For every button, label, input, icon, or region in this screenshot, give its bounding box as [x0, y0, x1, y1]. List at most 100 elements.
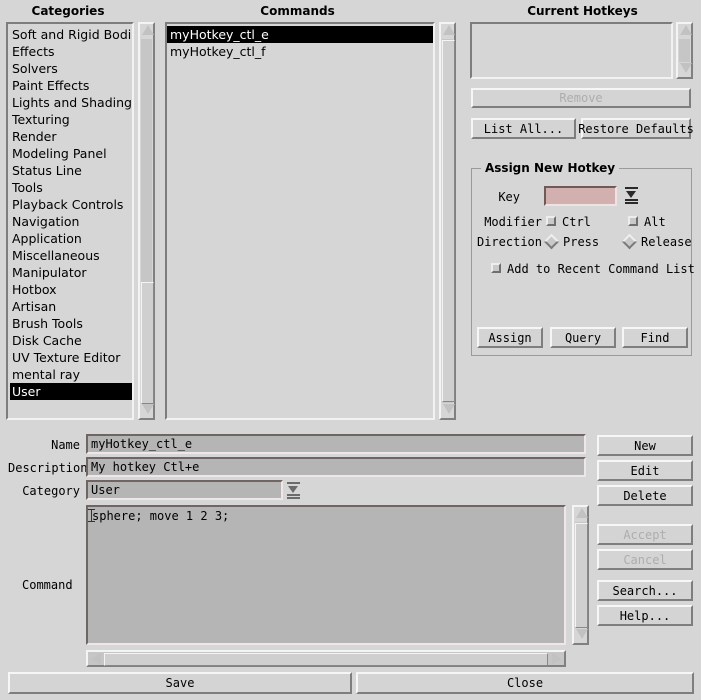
help-button[interactable]: Help... [597, 605, 693, 626]
current-hotkeys-list[interactable] [470, 22, 673, 79]
category-list-item[interactable]: Lights and Shading [10, 94, 132, 111]
command-hscroll-thumb[interactable] [104, 653, 548, 666]
release-label: Release [641, 235, 692, 249]
command-scroll-thumb[interactable] [575, 523, 588, 628]
category-list-item[interactable]: Texturing [10, 111, 132, 128]
delete-button[interactable]: Delete [597, 485, 693, 506]
category-list-item[interactable]: Tools [10, 179, 132, 196]
press-label: Press [563, 235, 600, 249]
add-to-recent-checkbox[interactable] [491, 263, 501, 273]
name-label: Name [51, 438, 80, 452]
commands-panel-title: Commands [260, 4, 335, 18]
edit-button[interactable]: Edit [597, 460, 693, 481]
categories-scroll-thumb[interactable] [141, 282, 154, 404]
categories-list[interactable]: Soft and Rigid Bodies Effects Solvers Paint… [6, 22, 134, 420]
command-text: sphere; move 1 2 3; [92, 509, 230, 523]
category-list-item[interactable]: mental ray [10, 366, 132, 383]
category-list-item[interactable]: Playback Controls [10, 196, 132, 213]
scroll-up-icon[interactable] [679, 25, 692, 38]
category-list-item[interactable]: Brush Tools [10, 315, 132, 332]
command-label: Command [22, 578, 73, 592]
category-list-item-label: Modeling Panel [12, 146, 107, 161]
category-list-item[interactable]: Soft and Rigid Bodies [10, 26, 132, 43]
accept-button[interactable]: Accept [597, 524, 693, 545]
scroll-down-icon[interactable] [141, 404, 154, 417]
category-list-item[interactable]: Disk Cache [10, 332, 132, 349]
search-button[interactable]: Search... [597, 580, 693, 601]
close-button-label: Close [506, 676, 544, 690]
category-list-item[interactable]: Manipulator [10, 264, 132, 281]
new-button[interactable]: New [597, 435, 693, 456]
command-textarea[interactable]: sphere; move 1 2 3; [86, 505, 566, 645]
category-list-item-label: Lights and Shading [12, 95, 132, 110]
category-list-item-label: Texturing [12, 112, 70, 127]
command-vertical-scrollbar[interactable] [572, 505, 589, 645]
command-list-item-label: myHotkey_ctl_e [170, 27, 269, 42]
key-dropdown-icon[interactable] [625, 187, 638, 204]
scroll-down-icon[interactable] [679, 63, 692, 76]
description-field[interactable]: My hotkey Ctl+e [86, 457, 586, 477]
scroll-down-icon[interactable] [442, 404, 455, 417]
cancel-button[interactable]: Cancel [597, 549, 693, 570]
direction-label: Direction [476, 235, 542, 249]
find-button[interactable]: Find [622, 327, 688, 348]
add-to-recent-label: Add to Recent Command List [507, 262, 695, 276]
command-list-item[interactable]: myHotkey_ctl_f [167, 43, 433, 60]
commands-scrollbar[interactable] [439, 22, 456, 420]
commands-scroll-thumb[interactable] [442, 40, 455, 402]
categories-scrollbar[interactable] [138, 22, 155, 420]
category-list-item[interactable]: Effects [10, 43, 132, 60]
category-list-item[interactable]: Paint Effects [10, 77, 132, 94]
query-button[interactable]: Query [550, 327, 616, 348]
category-list-item[interactable]: Application [10, 230, 132, 247]
category-list-item[interactable]: Navigation [10, 213, 132, 230]
ctrl-checkbox[interactable] [546, 216, 556, 226]
name-field[interactable]: myHotkey_ctl_e [86, 434, 586, 454]
category-list-item-label: Paint Effects [12, 78, 90, 93]
scroll-up-icon[interactable] [141, 25, 154, 38]
category-list-item[interactable]: Artisan [10, 298, 132, 315]
alt-checkbox[interactable] [628, 216, 638, 226]
category-dropdown-icon[interactable] [287, 482, 300, 499]
category-list-item[interactable]: Miscellaneous [10, 247, 132, 264]
command-list-item[interactable]: myHotkey_ctl_e [167, 26, 433, 43]
close-button[interactable]: Close [356, 672, 694, 694]
help-button-label: Help... [619, 608, 671, 623]
category-list-item[interactable]: Hotbox [10, 281, 132, 298]
category-list-item-label: Brush Tools [12, 316, 83, 331]
category-list-item-label: Disk Cache [12, 333, 82, 348]
scroll-down-icon[interactable] [575, 629, 588, 642]
save-button[interactable]: Save [8, 672, 352, 694]
text-cursor-icon [88, 509, 95, 522]
category-field[interactable]: User [86, 480, 283, 500]
remove-button[interactable]: Remove [471, 88, 691, 108]
commands-list[interactable]: myHotkey_ctl_e myHotkey_ctl_f [165, 22, 435, 420]
list-all-button[interactable]: List All... [471, 118, 576, 139]
category-list-item-label: User [12, 384, 41, 399]
category-list-item[interactable]: User [10, 383, 132, 400]
current-hotkeys-panel-title: Current Hotkeys [527, 4, 638, 18]
category-list-item[interactable]: UV Texture Editor [10, 349, 132, 366]
scroll-right-icon[interactable] [550, 653, 563, 666]
assign-button[interactable]: Assign [477, 327, 543, 348]
category-list-item-label: Miscellaneous [12, 248, 100, 263]
restore-defaults-button[interactable]: Restore Defaults [578, 118, 694, 139]
category-list-item-label: Playback Controls [12, 197, 124, 212]
restore-defaults-button-label: Restore Defaults [578, 121, 694, 136]
command-horizontal-scrollbar[interactable] [86, 650, 566, 667]
description-label: Description [8, 461, 88, 475]
category-list-item-label: UV Texture Editor [12, 350, 121, 365]
current-hotkeys-scrollbar[interactable] [676, 22, 693, 79]
category-list-item-label: Solvers [12, 61, 58, 76]
scroll-up-icon[interactable] [575, 508, 588, 521]
key-field[interactable] [544, 186, 617, 206]
category-label: Category [22, 484, 80, 498]
scroll-left-icon[interactable] [89, 653, 102, 666]
category-list-item[interactable]: Solvers [10, 60, 132, 77]
key-label: Key [498, 190, 520, 204]
delete-button-label: Delete [623, 488, 667, 503]
scroll-up-icon[interactable] [442, 25, 455, 38]
category-list-item[interactable]: Status Line [10, 162, 132, 179]
category-list-item[interactable]: Render [10, 128, 132, 145]
category-list-item[interactable]: Modeling Panel [10, 145, 132, 162]
